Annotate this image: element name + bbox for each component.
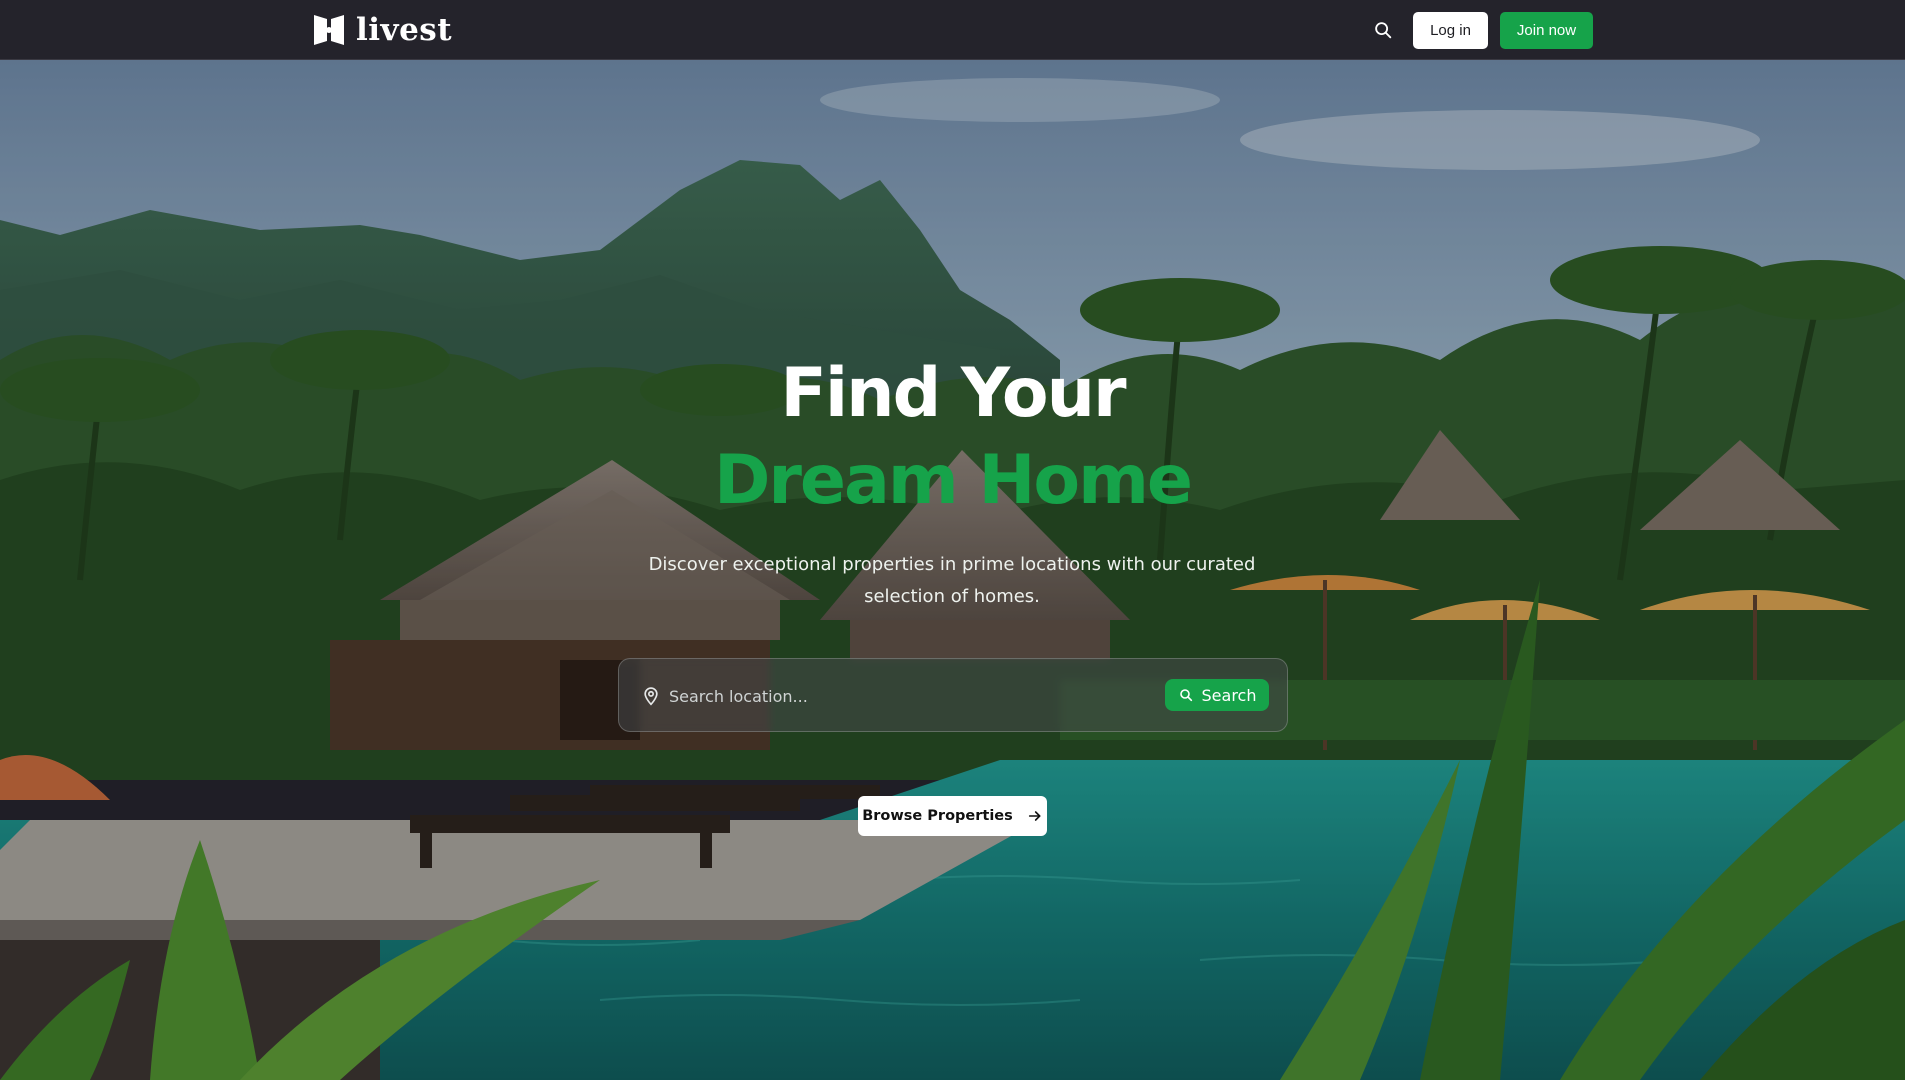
hero-subtitle: Discover exceptional properties in prime… <box>648 554 1256 607</box>
brand-logo[interactable]: livest <box>312 12 452 48</box>
brand-name: livest <box>356 12 453 48</box>
browse-properties-button[interactable]: Browse Properties <box>858 796 1047 836</box>
join-now-button[interactable]: Join now <box>1500 12 1593 49</box>
search-icon <box>1179 689 1192 702</box>
location-search-bar: Search <box>618 658 1288 732</box>
map-pin-icon <box>644 687 658 706</box>
browse-properties-label: Browse Properties <box>862 808 1013 824</box>
search-button[interactable]: Search <box>1165 679 1269 711</box>
hero-headline-line1: Find Your <box>780 354 1126 433</box>
search-icon[interactable] <box>1372 19 1394 41</box>
search-button-label: Search <box>1201 685 1257 705</box>
location-search-input[interactable] <box>669 679 1149 713</box>
hero-headline-line2: Dream Home <box>713 441 1193 520</box>
top-navigation-bar: livest Log in Join now <box>0 0 1905 60</box>
arrow-right-icon <box>1028 811 1041 821</box>
livest-logo-icon <box>314 15 344 45</box>
hero-section: Find Your Dream Home Discover exceptiona… <box>0 60 1905 1080</box>
login-button[interactable]: Log in <box>1413 12 1488 49</box>
